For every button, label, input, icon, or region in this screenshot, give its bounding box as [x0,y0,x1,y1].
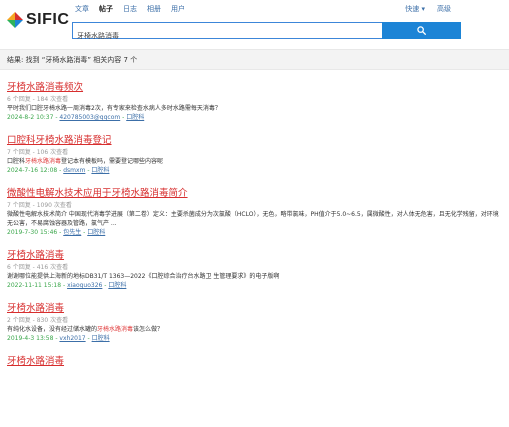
result-meta: 7 个回复 - 106 次查看 [7,149,69,156]
nav-tabs: 文章 帖子 日志 相册 用户 [75,4,195,14]
result-item: 牙椅水路消毒 2 个回复 - 830 次查看 有纯化水设备，没有经过储水罐的牙椅水路… [7,302,502,343]
nav-tab-users[interactable]: 用户 [171,4,185,14]
nav-right: 快速 ▾ 高级 [393,4,451,14]
result-date: 2024-8-2 10:37 [7,114,54,121]
result-footer: 2024-8-2 10:37 - 420785003@qqcom - 口腔科 [7,113,502,122]
result-author-link[interactable]: vxh2017 [59,335,85,342]
result-footer: 2024-7-16 12:08 - dsmxm - 口腔科 [7,166,502,175]
result-title-suffix: 登记 [92,135,112,146]
result-title-highlight: 牙椅水路消毒 [35,135,93,146]
result-meta: 6 个回复 - 416 次查看 [7,264,69,271]
result-item: 牙椅水路消毒 [7,355,502,368]
snippet-text: 微酸性电解水技术简介 中国现代消毒学进展（第二卷）定义：主要杀菌成分为次氯酸（H… [7,211,499,227]
result-title-highlight: 牙椅水路消毒 [7,250,65,261]
result-title-highlight: 牙椅水路消毒 [7,82,65,93]
site-logo[interactable]: SIFIC [7,11,69,29]
snippet-highlight: 牙椅水路消毒 [25,158,62,165]
search-input[interactable] [73,28,381,44]
result-title-highlight: 牙椅水路消毒 [111,188,169,199]
nav-tab-logs[interactable]: 日志 [123,4,137,14]
search-results: 牙椅水路消毒频次 6 个回复 - 184 次查看 平时我们口腔牙椅水路一周消毒2次，… [7,81,502,380]
result-title-link[interactable]: 牙椅水路消毒频次 [7,81,502,94]
result-title-link[interactable]: 微酸性电解水技术应用于牙椅水路消毒简介 [7,187,502,200]
result-date: 2019-4-3 13:58 [7,335,54,342]
result-author-link[interactable]: 420785003@qqcom [59,114,120,121]
result-snippet: 口腔科牙椅水路消毒登记本有模板吗，需要登记哪些内容呢 [7,157,502,166]
result-date: 2019-7-30 15:46 [7,229,58,236]
result-meta: 6 个回复 - 184 次查看 [7,96,69,103]
result-item: 微酸性电解水技术应用于牙椅水路消毒简介 7 个回复 - 1090 次查看 微酸性电解… [7,187,502,237]
snippet-highlight: 牙椅水路消毒 [97,326,134,333]
search-button[interactable] [382,22,461,39]
result-item: 牙椅水路消毒频次 6 个回复 - 184 次查看平时我们口腔牙椅水路一周消毒2次，… [7,81,502,122]
snippet-text: 口腔科 [7,158,26,165]
result-snippet: 微酸性电解水技术简介 中国现代消毒学进展（第二卷）定义：主要杀菌成分为次氯酸（H… [7,210,502,228]
advanced-search-link[interactable]: 高级 [437,4,451,14]
logo-text: SIFIC [26,11,70,28]
quick-search-dropdown[interactable]: 快速 ▾ [405,4,425,14]
result-author-link[interactable]: xiaoguo326 [67,282,102,289]
result-forum-link[interactable]: 口腔科 [126,114,144,121]
snippet-text: 有纯化水设备，没有经过储水罐的 [7,326,98,333]
result-title-link[interactable]: 牙椅水路消毒 [7,302,502,315]
result-meta: 2 个回复 - 830 次查看 [7,317,69,324]
result-title-suffix: 频次 [64,82,84,93]
result-title-link[interactable]: 口腔科牙椅水路消毒登记 [7,134,502,147]
result-title-link[interactable]: 牙椅水路消毒 [7,355,502,368]
snippet-text: 该怎么做？ [133,326,164,333]
result-date: 2022-11-11 15:18 [7,282,62,289]
result-snippet: 平时我们口腔牙椅水路一周消毒2次，有专家来检查水病人多时水路需每天消毒？ [7,104,502,113]
result-summary: 结果: 找到 “牙椅水路消毒” 相关内容 7 个 [7,56,138,64]
result-meta: 7 个回复 - 1090 次查看 [7,202,72,209]
result-item: 牙椅水路消毒 6 个回复 - 416 次查看谢谢哪位能提供上海新的地标DB31/T… [7,249,502,290]
result-author-link[interactable]: 包先生 [63,229,81,236]
result-footer: 2019-7-30 15:46 - 包先生 - 口腔科 [7,228,502,237]
search-box [72,22,383,44]
result-date: 2024-7-16 12:08 [7,167,58,174]
result-footer: 2022-11-11 15:18 - xiaoguo326 - 口腔科 [7,281,502,290]
result-title-prefix: 口腔科 [7,135,36,146]
result-title-prefix: 微酸性电解水技术应用于 [7,188,112,199]
nav-tab-albums[interactable]: 相册 [147,4,161,14]
logo-diamond-icon [7,12,23,28]
result-snippet: 谢谢哪位能提供上海新的地标DB31/T 1363—2022《口腔综合治疗台水路卫… [7,272,502,281]
result-title-highlight: 牙椅水路消毒 [7,356,65,367]
result-forum-link[interactable]: 口腔科 [92,335,110,342]
result-author-link[interactable]: dsmxm [63,167,85,174]
snippet-text: 谢谢哪位能提供上海新的地标DB31/T 1363—2022《口腔综合治疗台水路卫… [7,273,280,280]
result-footer: 2019-4-3 13:58 - vxh2017 - 口腔科 [7,334,502,343]
result-summary-bar: 结果: 找到 “牙椅水路消毒” 相关内容 7 个 [0,49,509,70]
result-item: 口腔科牙椅水路消毒登记 7 个回复 - 106 次查看 口腔科牙椅水路消毒登记本有模… [7,134,502,175]
result-title-link[interactable]: 牙椅水路消毒 [7,249,502,262]
result-forum-link[interactable]: 口腔科 [108,282,126,289]
result-forum-link[interactable]: 口腔科 [91,167,109,174]
search-icon [417,26,426,35]
result-title-highlight: 牙椅水路消毒 [7,303,65,314]
nav-tab-articles[interactable]: 文章 [75,4,89,14]
nav-tab-posts[interactable]: 帖子 [99,4,113,14]
result-title-suffix: 简介 [168,188,188,199]
result-snippet: 有纯化水设备，没有经过储水罐的牙椅水路消毒该怎么做？ [7,325,502,334]
result-forum-link[interactable]: 口腔科 [87,229,105,236]
snippet-text: 登记本有模板吗，需要登记哪些内容呢 [61,158,164,165]
snippet-text: 平时我们口腔牙椅水路一周消毒2次，有专家来检查水病人多时水路需每天消毒？ [7,105,221,112]
header: SIFIC 文章 帖子 日志 相册 用户 快速 ▾ 高级 [0,0,509,44]
